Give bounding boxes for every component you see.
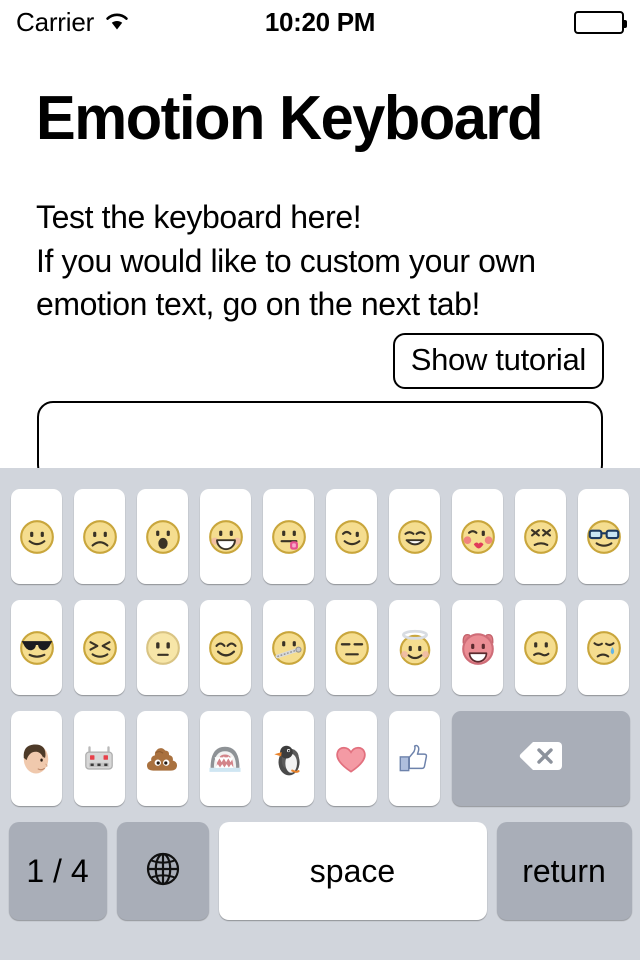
grinning-face-icon <box>208 519 243 554</box>
squinting-face-icon <box>82 630 117 665</box>
nerd-face-icon <box>586 519 621 554</box>
key-kissing-heart[interactable] <box>452 489 503 584</box>
expressionless-face-icon <box>334 630 369 665</box>
space-label: space <box>309 853 396 889</box>
face-blowing-a-kiss-icon <box>460 519 495 554</box>
key-zipper-mouth[interactable] <box>263 600 314 695</box>
face-with-open-mouth-icon <box>145 519 180 554</box>
smiling-face-with-halo-icon <box>399 629 430 665</box>
key-nerd[interactable] <box>578 489 629 584</box>
key-persevering[interactable] <box>515 489 566 584</box>
emoji-keyboard: 1 / 4 space return <box>0 468 640 960</box>
key-crying[interactable] <box>578 600 629 695</box>
red-heart-icon <box>336 746 366 773</box>
description-text: Test the keyboard here! If you would lik… <box>36 199 536 323</box>
face-with-tongue-icon <box>271 519 306 554</box>
globe-icon <box>141 847 185 896</box>
carrier-label: Carrier <box>16 6 95 37</box>
key-blush-smile[interactable] <box>200 600 251 695</box>
delete-left-icon <box>517 738 565 779</box>
key-return[interactable]: return <box>496 822 632 920</box>
keyboard-bottom-row: 1 / 4 space return <box>0 822 640 920</box>
facebook-like-thumbs-up-icon <box>399 744 428 771</box>
return-label: return <box>522 853 606 889</box>
key-laughing-squint[interactable] <box>74 600 125 695</box>
zipper-mouth-face-icon <box>271 630 306 665</box>
key-face-photo[interactable] <box>10 711 62 806</box>
frowning-face-icon <box>82 519 117 554</box>
key-confused[interactable] <box>515 600 566 695</box>
crying-face-icon <box>586 630 621 665</box>
robot-face-icon <box>85 745 113 770</box>
key-slight-smile[interactable] <box>11 489 62 584</box>
key-devil[interactable] <box>452 600 503 695</box>
key-open-mouth[interactable] <box>137 489 188 584</box>
key-penguin[interactable] <box>262 711 314 806</box>
smiling-face-with-horns-icon <box>461 632 494 665</box>
keyboard-row-1 <box>0 489 640 584</box>
penguin-icon <box>274 745 300 775</box>
slight-smiling-face-icon <box>19 519 54 554</box>
key-shark[interactable] <box>199 711 251 806</box>
status-bar-right <box>574 10 627 34</box>
key-expressionless[interactable] <box>326 600 377 695</box>
key-poop[interactable] <box>136 711 188 806</box>
neutral-face-icon <box>145 630 180 665</box>
persevering-face-icon <box>523 519 558 554</box>
key-thumbs-up[interactable] <box>388 711 440 806</box>
key-sunglasses[interactable] <box>11 600 62 695</box>
key-frowning[interactable] <box>74 489 125 584</box>
smiling-face-with-sunglasses-icon <box>19 630 54 665</box>
person-profile-photo-icon <box>23 744 49 773</box>
app-content: Emotion Keyboard Test the keyboard here!… <box>0 84 640 482</box>
tutorial-row: Show tutorial <box>36 332 604 390</box>
key-grinning[interactable] <box>200 489 251 584</box>
show-tutorial-button[interactable]: Show tutorial <box>392 332 604 390</box>
confused-face-icon <box>523 630 558 665</box>
status-bar: Carrier 10:20 PM <box>0 0 640 44</box>
key-robot[interactable] <box>73 711 125 806</box>
key-heart[interactable] <box>325 711 377 806</box>
page-indicator-label: 1 / 4 <box>26 853 89 889</box>
smiling-face-with-smiling-eyes-icon <box>208 630 243 665</box>
key-backspace[interactable] <box>451 711 630 806</box>
keyboard-row-2 <box>0 600 640 695</box>
key-sweat-smile[interactable] <box>389 489 440 584</box>
wifi-icon <box>103 7 131 38</box>
key-tongue-out[interactable] <box>263 489 314 584</box>
status-bar-left: Carrier <box>16 7 131 38</box>
key-space[interactable]: space <box>218 822 487 920</box>
page-title: Emotion Keyboard <box>36 84 544 153</box>
battery-icon <box>574 10 627 34</box>
key-neutral[interactable] <box>137 600 188 695</box>
key-next-keyboard[interactable] <box>116 822 209 920</box>
keyboard-row-3 <box>0 711 640 806</box>
shark-jaws-icon <box>209 746 241 772</box>
key-halo[interactable] <box>389 600 440 695</box>
key-winking[interactable] <box>326 489 377 584</box>
key-page-indicator[interactable]: 1 / 4 <box>8 822 107 920</box>
pile-of-poo-icon <box>146 747 178 771</box>
smiling-face-with-sweat-icon <box>397 519 432 554</box>
winking-face-icon <box>334 519 369 554</box>
